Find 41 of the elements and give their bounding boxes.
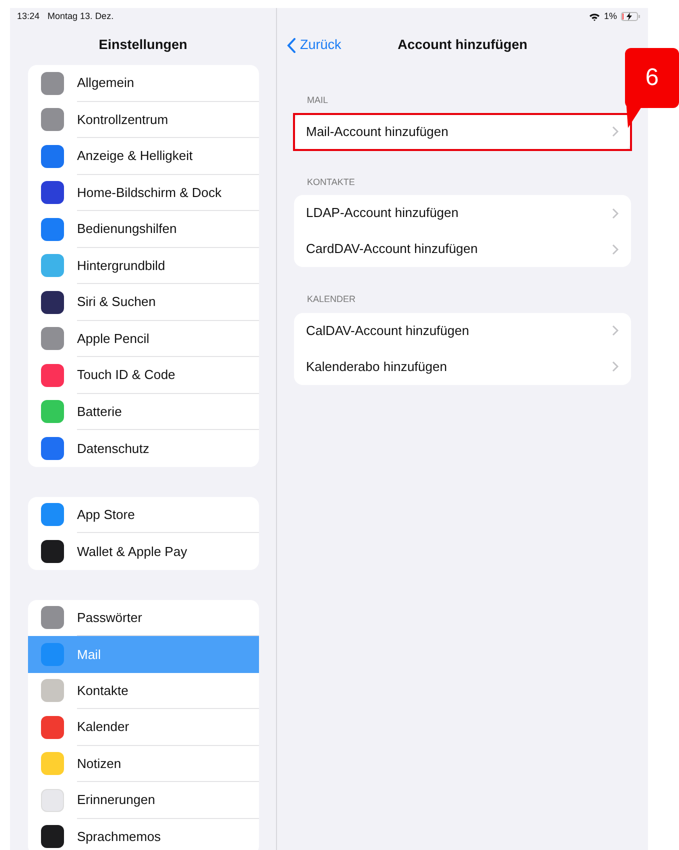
chevron-right-icon: [612, 325, 619, 336]
sidebar-item[interactable]: Kontrollzentrum: [28, 102, 259, 138]
back-button[interactable]: Zurück: [287, 34, 342, 56]
sidebar-item[interactable]: Kontakte: [28, 672, 259, 709]
settings-row[interactable]: Mail-Account hinzufügen: [294, 114, 631, 150]
sidebar-item[interactable]: Bedienungshilfen: [28, 211, 259, 248]
sidebar-item[interactable]: Allgemein: [28, 65, 259, 102]
settings-row[interactable]: LDAP-Account hinzufügen: [294, 195, 631, 231]
section-header: KALENDER: [306, 293, 357, 306]
battery-percent: 1%: [604, 10, 617, 23]
sidebar-item[interactable]: Anzeige & Helligkeit: [28, 138, 259, 174]
sidebar-item[interactable]: Apple Pencil: [28, 320, 259, 357]
status-date: Montag 13. Dez.: [48, 10, 114, 23]
sidebar-item[interactable]: Kalender: [28, 709, 259, 746]
sidebar-item[interactable]: Hintergrundbild: [28, 248, 259, 284]
chevron-right-icon: [612, 361, 619, 372]
chevron-right-icon: [612, 244, 619, 254]
sidebar-item[interactable]: Wallet & Apple Pay: [28, 533, 259, 570]
sidebar-item[interactable]: Datenschutz: [28, 430, 259, 466]
settings-row[interactable]: CardDAV-Account hinzufügen: [294, 231, 631, 267]
wifi-icon: [588, 12, 600, 20]
sidebar-item[interactable]: Siri & Suchen: [28, 284, 259, 320]
section-header: KONTAKTE: [306, 176, 356, 188]
settings-row[interactable]: CalDAV-Account hinzufügen: [294, 312, 631, 348]
sidebar-item[interactable]: Touch ID & Code: [28, 357, 259, 394]
status-time: 13:24: [17, 10, 40, 23]
sidebar-item[interactable]: Batterie: [28, 394, 259, 430]
sidebar-item[interactable]: Sprachmemos: [28, 818, 259, 850]
chevron-right-icon: [612, 208, 619, 218]
callout-badge: 6: [625, 48, 679, 108]
sidebar-title: Einstellungen: [98, 36, 188, 54]
chevron-right-icon: [612, 126, 619, 137]
battery-charging-icon: [621, 12, 641, 21]
sidebar-item[interactable]: App Store: [28, 496, 259, 533]
page-title: Account hinzufügen: [398, 36, 528, 54]
sidebar-item[interactable]: Home-Bildschirm & Dock: [28, 174, 259, 211]
sidebar-item[interactable]: Erinnerungen: [28, 782, 259, 818]
sidebar-item[interactable]: Notizen: [28, 746, 259, 782]
settings-row[interactable]: Kalenderabo hinzufügen: [294, 348, 631, 384]
section-header: MAIL: [306, 94, 330, 107]
chevron-left-icon: [287, 38, 296, 52]
